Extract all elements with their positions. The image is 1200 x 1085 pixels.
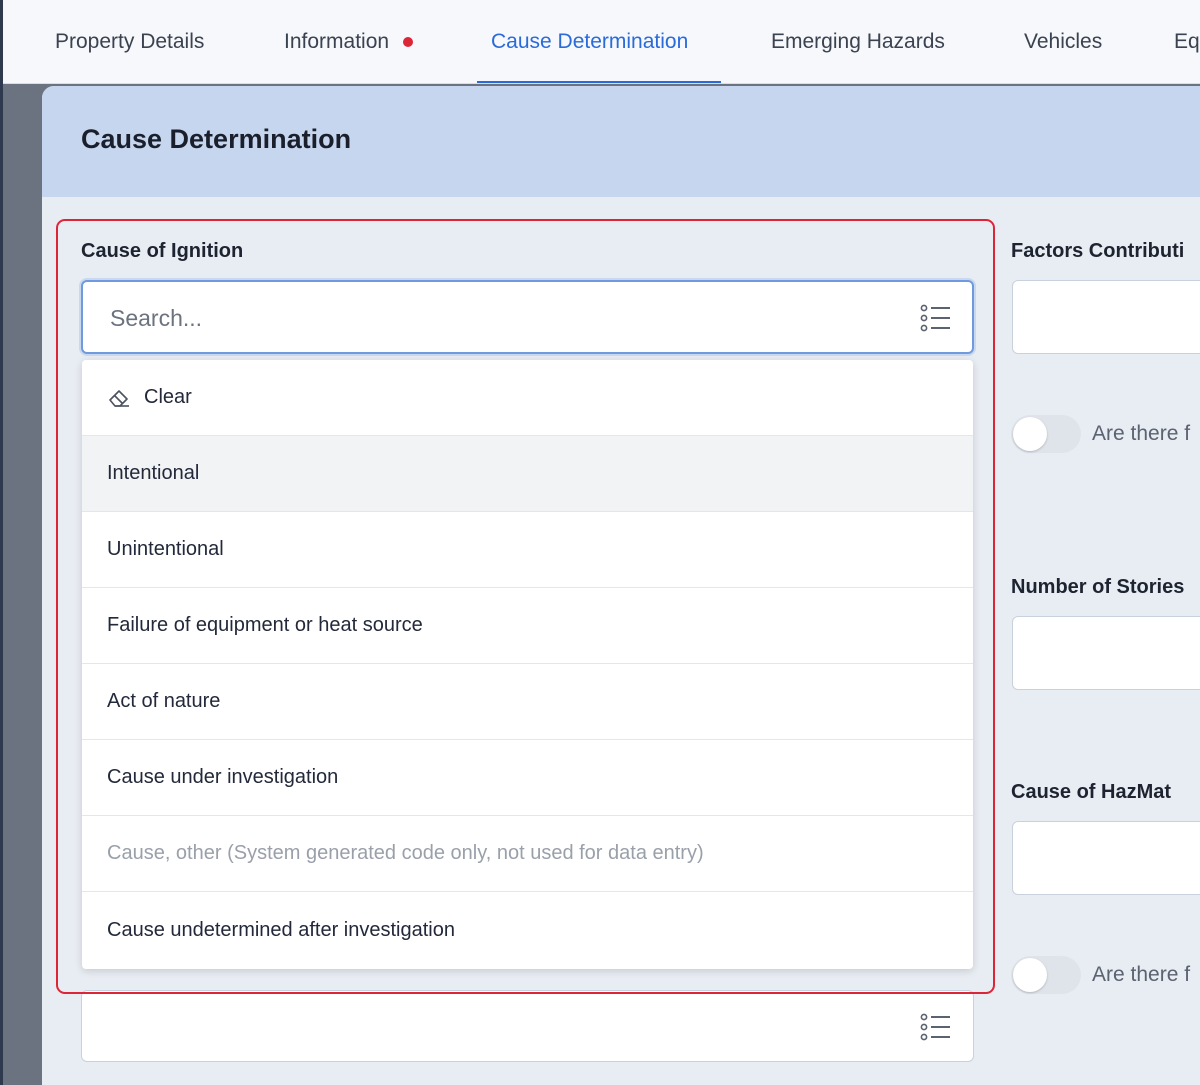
option-intentional[interactable]: Intentional [82, 436, 973, 512]
toggle-switch-2[interactable] [1011, 956, 1081, 994]
option-failure-of-equipment[interactable]: Failure of equipment or heat source [82, 588, 973, 664]
active-tab-indicator [477, 81, 721, 83]
tab-label: Emerging Hazards [771, 30, 945, 53]
factors-contributing-input[interactable] [1012, 280, 1200, 354]
toggle-knob [1013, 417, 1047, 451]
list-icon[interactable] [920, 304, 952, 332]
option-cause-undetermined[interactable]: Cause undetermined after investigation [82, 892, 973, 968]
option-unintentional[interactable]: Unintentional [82, 512, 973, 588]
option-cause-under-investigation[interactable]: Cause under investigation [82, 740, 973, 816]
tab-label: Cause Determination [491, 30, 689, 53]
panel-header: Cause Determination [42, 86, 1200, 197]
page-title: Cause Determination [81, 124, 352, 154]
clear-label: Clear [144, 386, 192, 408]
tab-label: Eq [1174, 30, 1200, 53]
cause-of-ignition-label: Cause of Ignition [81, 240, 244, 262]
option-cause-other-disabled: Cause, other (System generated code only… [82, 816, 973, 892]
search-input[interactable] [110, 300, 890, 336]
option-act-of-nature[interactable]: Act of nature [82, 664, 973, 740]
cause-of-hazmat-input[interactable] [1012, 821, 1200, 895]
tab-label: Information [284, 30, 390, 53]
toggle-knob [1013, 958, 1047, 992]
cause-of-hazmat-label: Cause of HazMat [1011, 781, 1172, 803]
lower-select-field[interactable] [81, 990, 974, 1062]
tab-label: Vehicles [1024, 30, 1103, 53]
tab-information[interactable]: Information [284, 0, 414, 84]
factors-contributing-label: Factors Contributi [1011, 240, 1185, 262]
tab-property-details[interactable]: Property Details [55, 0, 204, 84]
tab-equipment[interactable]: Eq [1174, 0, 1200, 84]
cause-of-ignition-combobox[interactable] [81, 280, 974, 354]
alert-dot-icon [403, 37, 414, 47]
toggle-switch-1[interactable] [1011, 415, 1081, 453]
number-of-stories-label: Number of Stories [1011, 576, 1185, 598]
cause-of-ignition-dropdown: Clear Intentional Unintentional Failure … [82, 360, 973, 969]
clear-option[interactable]: Clear [82, 360, 973, 436]
toggle-2-label: Are there f [1092, 963, 1191, 986]
tab-cause-determination[interactable]: Cause Determination [491, 0, 688, 84]
toggle-1-label: Are there f [1092, 422, 1191, 445]
eraser-icon [109, 389, 129, 407]
number-of-stories-input[interactable] [1012, 616, 1200, 690]
tab-emerging-hazards[interactable]: Emerging Hazards [771, 0, 945, 84]
tab-label: Property Details [55, 30, 205, 53]
app-frame: Property Details Information Cause Deter… [0, 0, 1200, 1085]
tab-vehicles[interactable]: Vehicles [1024, 0, 1102, 84]
tab-bar: Property Details Information Cause Deter… [3, 0, 1200, 84]
list-icon[interactable] [920, 1013, 952, 1041]
